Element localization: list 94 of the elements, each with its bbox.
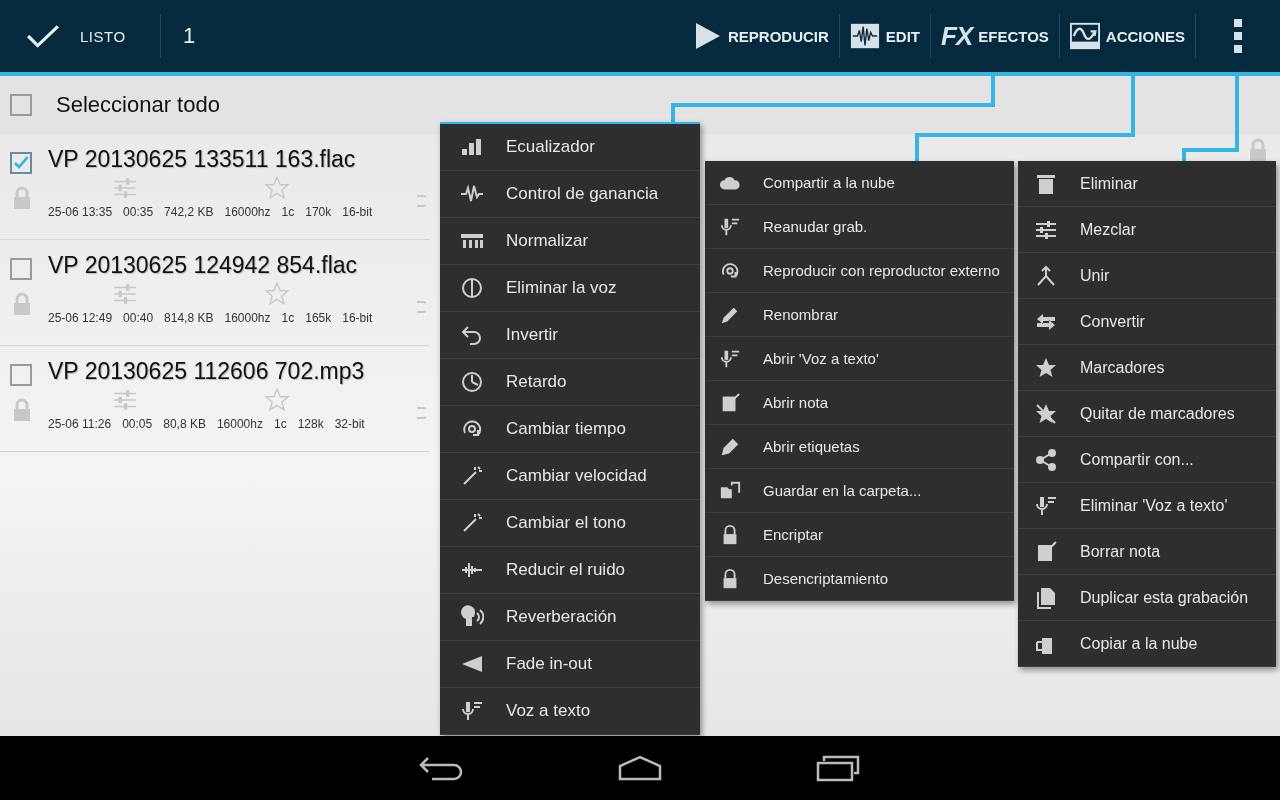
menu-item[interactable]: Cambiar el tono — [440, 500, 700, 547]
recording-detail: 25-06 12:49 — [48, 311, 113, 325]
sliders-icon — [112, 281, 138, 307]
sliders-icon — [112, 175, 138, 201]
undo-arrow-icon — [460, 323, 484, 347]
menu-item[interactable]: Renombrar — [705, 293, 1014, 337]
sliders-icon — [112, 387, 138, 413]
circle-icon — [460, 276, 484, 300]
recording-row[interactable]: VP 20130625 112606 702.mp3 25-06 11:26 00:05 80,8 KB 16000hz 1c 128k 32-bit — [0, 346, 430, 452]
menu-item[interactable]: Quitar de marcadores — [1018, 391, 1276, 437]
recording-detail: 00:35 — [123, 205, 154, 219]
done-button[interactable]: LISTO — [0, 0, 160, 72]
row-checkbox[interactable] — [10, 364, 32, 386]
menu-item[interactable]: Reproducir con reproductor externo — [705, 249, 1014, 293]
menu-item[interactable]: Eliminar 'Voz a texto' — [1018, 483, 1276, 529]
star-outline-icon[interactable] — [264, 175, 290, 201]
recording-name: VP 20130625 133511 163.flac — [48, 146, 357, 173]
menu-item[interactable]: Duplicar esta grabación — [1018, 575, 1276, 621]
recording-detail: 16-bit — [342, 311, 373, 325]
head-icon — [460, 605, 484, 629]
toolbar-button[interactable]: ACCIONES — [1059, 0, 1195, 72]
row-checkbox[interactable] — [10, 258, 32, 280]
check-icon — [13, 155, 29, 171]
star-cross-icon — [1034, 401, 1058, 426]
menu-item[interactable]: Retardo — [440, 359, 700, 406]
recording-row[interactable]: VP 20130625 124942 854.flac 25-06 12:49 00:40 814,8 KB 16000hz 1c 165k 16-bit — [0, 240, 430, 346]
recent-apps-icon[interactable] — [814, 754, 862, 782]
menu-item[interactable]: Eliminar — [1018, 161, 1276, 207]
menu-item[interactable]: Compartir con... — [1018, 437, 1276, 483]
menu-item[interactable]: Reverberación — [440, 594, 700, 641]
merge-arrow-icon — [1034, 263, 1058, 288]
recording-detail: 16000hz — [224, 205, 271, 219]
recording-detail: 1c — [281, 205, 295, 219]
recording-detail: 1c — [273, 417, 287, 431]
recording-detail: 25-06 11:26 — [48, 417, 112, 431]
waveform-icon — [849, 22, 880, 50]
recording-detail: 80,8 KB — [163, 417, 206, 431]
share-icon — [1034, 447, 1058, 472]
menu-item[interactable]: Encriptar — [705, 513, 1014, 557]
menu-item[interactable]: Invertir — [440, 312, 700, 359]
recording-detail: 165k — [305, 311, 332, 325]
menu-item[interactable]: Mezclar — [1018, 207, 1276, 253]
recording-detail: 128k — [297, 417, 324, 431]
menu-item[interactable]: Normalizar — [440, 218, 700, 265]
microphone-icon — [460, 699, 484, 723]
more-icon — [1233, 19, 1243, 53]
recording-detail: 1c — [281, 311, 295, 325]
check-icon — [26, 23, 60, 49]
menu-item[interactable]: Control de ganancia — [440, 171, 700, 218]
menu-item[interactable]: Abrir nota — [705, 381, 1014, 425]
menu-item[interactable]: Unir — [1018, 253, 1276, 299]
recording-detail: 170k — [305, 205, 332, 219]
menu-item[interactable]: Convertir — [1018, 299, 1276, 345]
toolbar-button[interactable]: REPRODUCIR — [682, 0, 839, 72]
menu-item[interactable]: Reanudar grab. — [705, 205, 1014, 249]
toolbar-button[interactable]: EDIT — [839, 0, 930, 72]
home-icon[interactable] — [616, 754, 664, 782]
recording-name: VP 20130625 112606 702.mp3 — [48, 358, 366, 385]
clock-icon — [460, 370, 484, 394]
toolbar-button[interactable]: FX EFECTOS — [931, 0, 1059, 72]
pages-icon — [1034, 585, 1058, 610]
menu-item[interactable]: Abrir 'Voz a texto' — [705, 337, 1014, 381]
menu-item[interactable]: Borrar nota — [1018, 529, 1276, 575]
menu-item[interactable]: Ecualizador — [440, 124, 700, 171]
recording-detail: 16000hz — [216, 417, 263, 431]
recording-detail: 16-bit — [342, 205, 373, 219]
menu-item[interactable]: Marcadores — [1018, 345, 1276, 391]
recording-detail: 814,8 KB — [164, 311, 214, 325]
menu-item[interactable]: Guardar en la carpeta... — [705, 469, 1014, 513]
recording-detail: 32-bit — [334, 417, 365, 431]
recording-row[interactable]: VP 20130625 133511 163.flac 25-06 13:35 00:35 742,2 KB 16000hz 1c 170k 16-bit — [0, 134, 430, 240]
recording-detail: 00:05 — [122, 417, 153, 431]
recording-detail: 25-06 13:35 — [48, 205, 113, 219]
menu-item[interactable]: Abrir etiquetas — [705, 425, 1014, 469]
row-checkbox[interactable] — [10, 152, 32, 174]
star-outline-icon[interactable] — [264, 281, 290, 307]
menu-item[interactable]: Cambiar tiempo — [440, 406, 700, 453]
recording-detail: 16000hz — [224, 311, 271, 325]
star-outline-icon[interactable] — [264, 387, 290, 413]
menu-item[interactable]: Fade in-out — [440, 641, 700, 688]
selected-count: 1 — [160, 14, 196, 58]
menu-item[interactable]: Cambiar velocidad — [440, 453, 700, 500]
menu-item[interactable]: Voz a texto — [440, 688, 700, 735]
menu-item[interactable]: Eliminar la voz — [440, 265, 700, 312]
recording-detail: 742,2 KB — [164, 205, 214, 219]
menu-item[interactable]: Compartir a la nube — [705, 161, 1014, 205]
menu-item[interactable]: Reducir el ruido — [440, 547, 700, 594]
select-all-checkbox[interactable] — [10, 94, 32, 116]
menu-item[interactable]: Desencriptamiento — [705, 557, 1014, 601]
fx-icon: FX — [941, 20, 973, 52]
select-all-label: Seleccionar todo — [56, 92, 220, 118]
recording-detail: 00:40 — [123, 311, 154, 325]
menu-item[interactable]: Copiar a la nube — [1018, 621, 1276, 667]
recording-name: VP 20130625 124942 854.flac — [48, 252, 359, 279]
